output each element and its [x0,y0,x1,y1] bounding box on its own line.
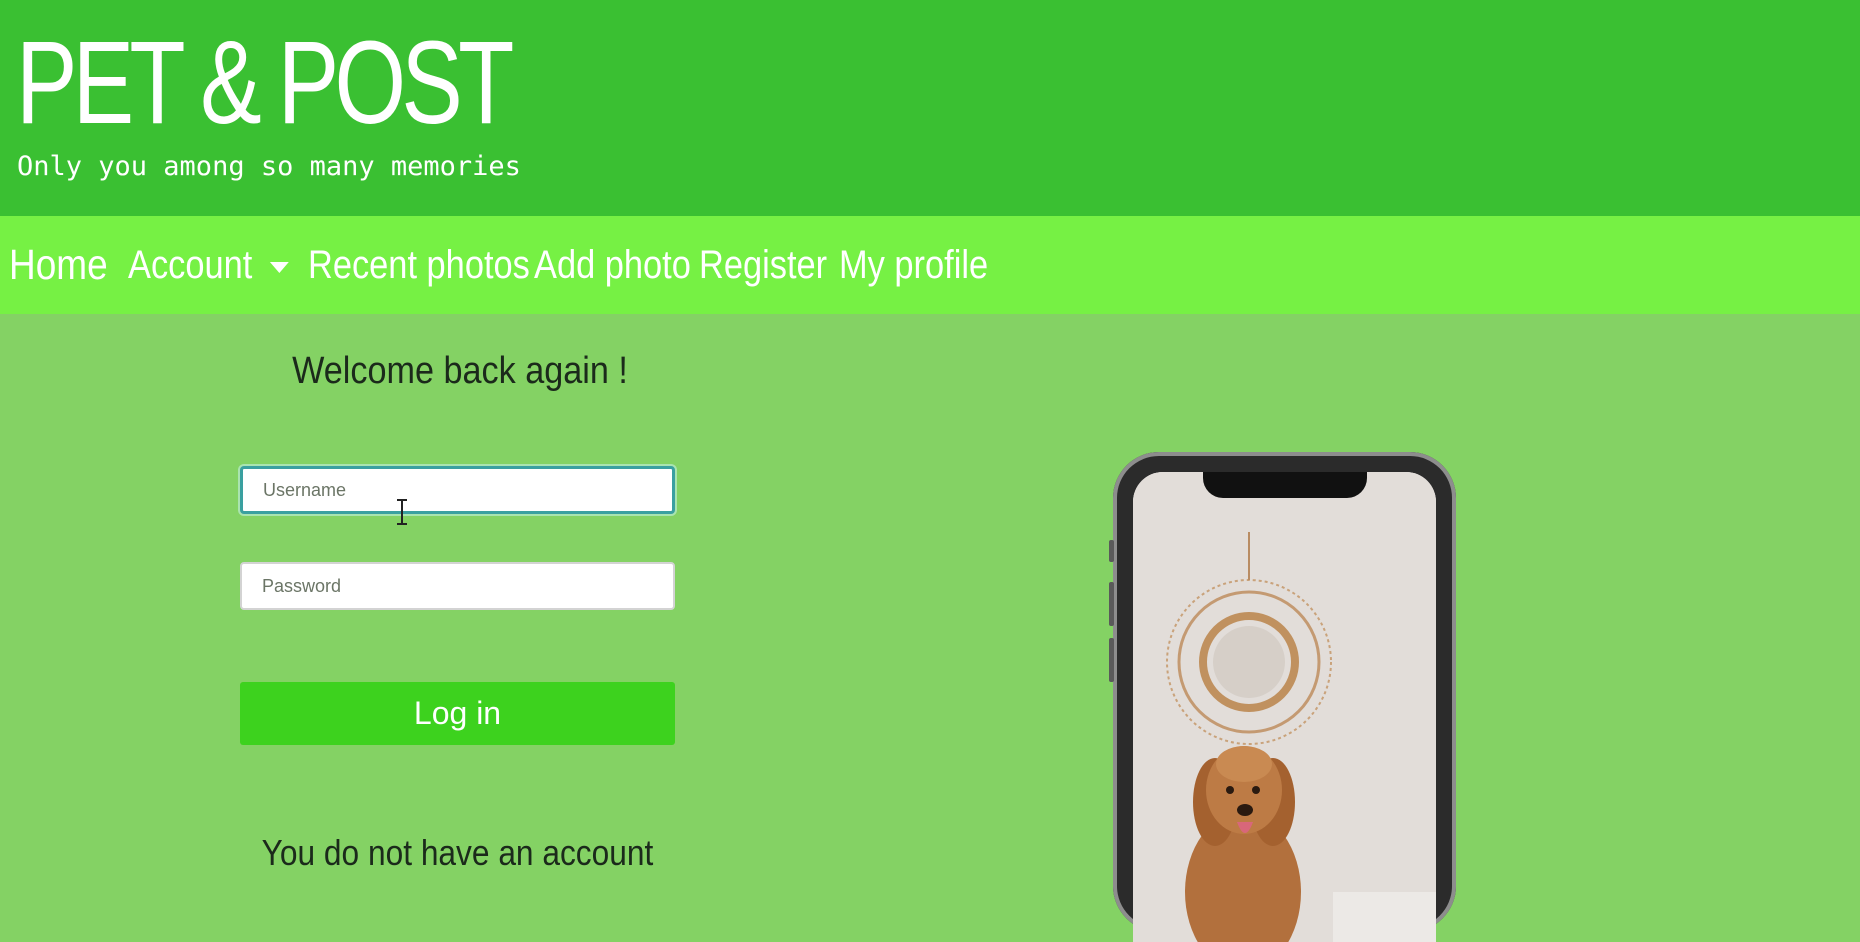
caret-down-icon [269,261,289,273]
site-header: PET & POST Only you among so many memori… [0,0,1860,216]
username-input[interactable] [240,466,675,514]
phone-side-button [1109,540,1114,562]
site-title: PET & POST [16,17,514,149]
nav-account-dropdown[interactable]: Account [128,236,289,294]
phone-mockup-image [1109,452,1456,942]
nav-my-profile-link[interactable]: My profile [839,236,988,294]
phone-screen-photo [1133,472,1436,942]
nav-home-link[interactable]: Home [9,236,108,294]
site-tagline: Only you among so many memories [17,151,521,182]
login-button[interactable]: Log in [240,682,675,745]
text-cursor-icon [397,499,407,525]
nav-register-link[interactable]: Register [699,236,827,294]
phone-side-button [1109,638,1114,682]
nav-add-photo-link[interactable]: Add photo [534,236,691,294]
nav-recent-photos-link[interactable]: Recent photos [308,236,530,294]
no-account-text: You do not have an account [261,832,654,873]
dog-figure [1185,746,1301,942]
login-heading: Welcome back again ! [292,350,628,392]
main-navbar: Home Account Recent photos Add photo Reg… [0,216,1860,314]
phone-notch [1203,472,1367,498]
password-input[interactable] [240,562,675,610]
nav-account-label: Account [128,243,253,287]
phone-side-button [1109,582,1114,626]
dog-photo-illustration [1133,472,1436,942]
